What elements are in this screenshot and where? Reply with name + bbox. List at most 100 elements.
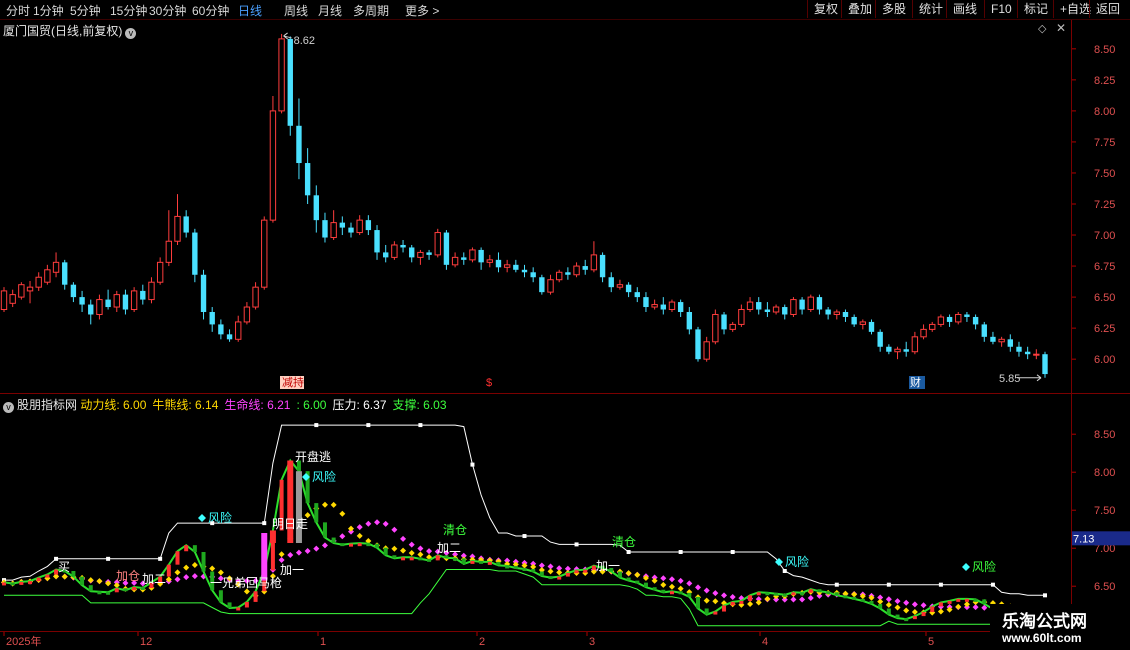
toolbar-button-4[interactable]: 画线	[946, 0, 983, 18]
power-bar	[114, 588, 119, 593]
period-tab-10[interactable]: 更多 >	[405, 2, 439, 19]
bull-bear-dot	[330, 501, 337, 508]
power-bar	[834, 592, 839, 596]
life-line-dot	[304, 548, 311, 555]
life-line-dot	[313, 545, 320, 552]
signal-label-9: 一兄弟回马枪	[210, 575, 282, 590]
power-bar	[791, 592, 796, 596]
power-bar	[982, 599, 987, 604]
time-tick-label-6: 5	[928, 636, 934, 648]
period-tab-9[interactable]: 多周期	[353, 2, 389, 19]
signal-label-11: 清仓	[612, 535, 636, 549]
toolbar-button-1[interactable]: 叠加	[841, 0, 878, 18]
signal-label-8: 买	[58, 560, 70, 574]
period-tab-4[interactable]: 30分钟	[149, 2, 186, 19]
power-bar	[774, 592, 779, 596]
power-bar	[192, 545, 197, 552]
power-bar	[921, 612, 926, 617]
toolbar-button-0[interactable]: 复权	[807, 0, 844, 18]
candle-body	[113, 294, 120, 308]
indicator-tick-label: 7.50	[1094, 505, 1115, 517]
period-tab-2[interactable]: 5分钟	[70, 2, 101, 19]
candle-body	[70, 284, 77, 298]
signal-label-13: 加一	[596, 559, 620, 573]
candle-body	[140, 290, 146, 300]
toolbar-button-3[interactable]: 统计	[912, 0, 949, 18]
power-bar	[444, 555, 449, 559]
power-bar	[713, 611, 718, 615]
power-bar	[678, 591, 683, 595]
period-tab-6[interactable]: 日线	[238, 2, 262, 19]
life-line-dot	[295, 549, 302, 556]
period-tab-1[interactable]: 1分钟	[33, 2, 64, 19]
candle-body	[677, 302, 684, 312]
power-bar	[930, 606, 935, 613]
bull-bear-dot	[547, 568, 554, 575]
power-bar	[938, 602, 943, 607]
power-bar	[643, 582, 648, 588]
power-bar	[826, 591, 831, 595]
price-tick-label: 7.50	[1094, 168, 1115, 180]
power-bar	[635, 580, 640, 584]
period-tab-8[interactable]: 月线	[318, 2, 342, 19]
bull-bear-dot	[712, 598, 719, 605]
candle-body	[911, 336, 919, 353]
signal-label-0: 开盘逃	[295, 449, 331, 464]
bull-bear-dot	[651, 577, 658, 584]
pressure-dot	[418, 423, 423, 428]
finance-marker: 财	[910, 375, 921, 389]
life-line-dot	[400, 535, 407, 542]
candle-body	[842, 312, 849, 317]
power-bar	[123, 588, 128, 592]
power-bar	[28, 581, 33, 585]
life-line-dot	[911, 601, 918, 608]
bull-bear-dot	[278, 551, 285, 558]
period-tab-3[interactable]: 15分钟	[110, 2, 147, 19]
indicator-chart[interactable]: 8.508.007.507.006.506.007.13开盘逃风险风险明日走清仓…	[0, 394, 1130, 632]
life-line-dot	[374, 519, 381, 526]
bull-bear-dot	[668, 583, 675, 590]
toolbar-button-6[interactable]: 标记	[1017, 0, 1054, 18]
bull-bear-dot	[209, 565, 216, 572]
low-arrow	[1017, 374, 1042, 382]
period-tab-0[interactable]: 分时	[6, 2, 30, 19]
toolbar-button-5[interactable]: F10	[984, 0, 1018, 18]
life-line-dot	[391, 526, 398, 533]
candle-body	[200, 274, 207, 312]
signal-label-6: 加二	[437, 541, 461, 555]
bull-bear-dot	[937, 608, 944, 615]
candle-body	[894, 348, 901, 353]
power-bar	[487, 561, 492, 565]
pressure-dot	[262, 521, 267, 526]
candle-body	[851, 316, 857, 325]
life-line-dot	[920, 602, 927, 609]
power-bar	[687, 592, 692, 597]
bull-bear-dot	[174, 569, 181, 576]
candlestick-chart[interactable]: 6.00 6.25 6.50 6.75 7.00 7.25 7.50 7.75 8.00 8.25…	[0, 20, 1130, 393]
candle-body	[703, 341, 710, 360]
power-bar	[513, 565, 518, 569]
candle-body	[96, 299, 103, 315]
power-bar	[895, 614, 900, 619]
power-bar	[71, 571, 76, 577]
period-tab-7[interactable]: 周线	[284, 2, 308, 19]
candle-body	[278, 38, 285, 112]
bull-bear-dot	[61, 573, 68, 580]
power-bar	[756, 592, 761, 596]
power-bar	[244, 601, 249, 608]
signal-label-10: 风险	[785, 554, 809, 569]
period-tab-5[interactable]: 60分钟	[192, 2, 229, 19]
power-bar	[45, 574, 50, 578]
candle-body	[130, 290, 138, 311]
power-bar	[748, 595, 753, 601]
candle-body	[816, 297, 823, 310]
power-bar	[409, 557, 414, 561]
power-bar	[418, 557, 423, 561]
life-line-dot	[183, 574, 190, 581]
bull-bear-dot	[400, 547, 407, 554]
toolbar-button-2[interactable]: 多股	[875, 0, 912, 18]
power-bar	[349, 543, 353, 547]
power-bar	[106, 591, 111, 595]
candle-body	[122, 294, 129, 310]
toolbar-button-8[interactable]: 返回	[1089, 0, 1126, 18]
